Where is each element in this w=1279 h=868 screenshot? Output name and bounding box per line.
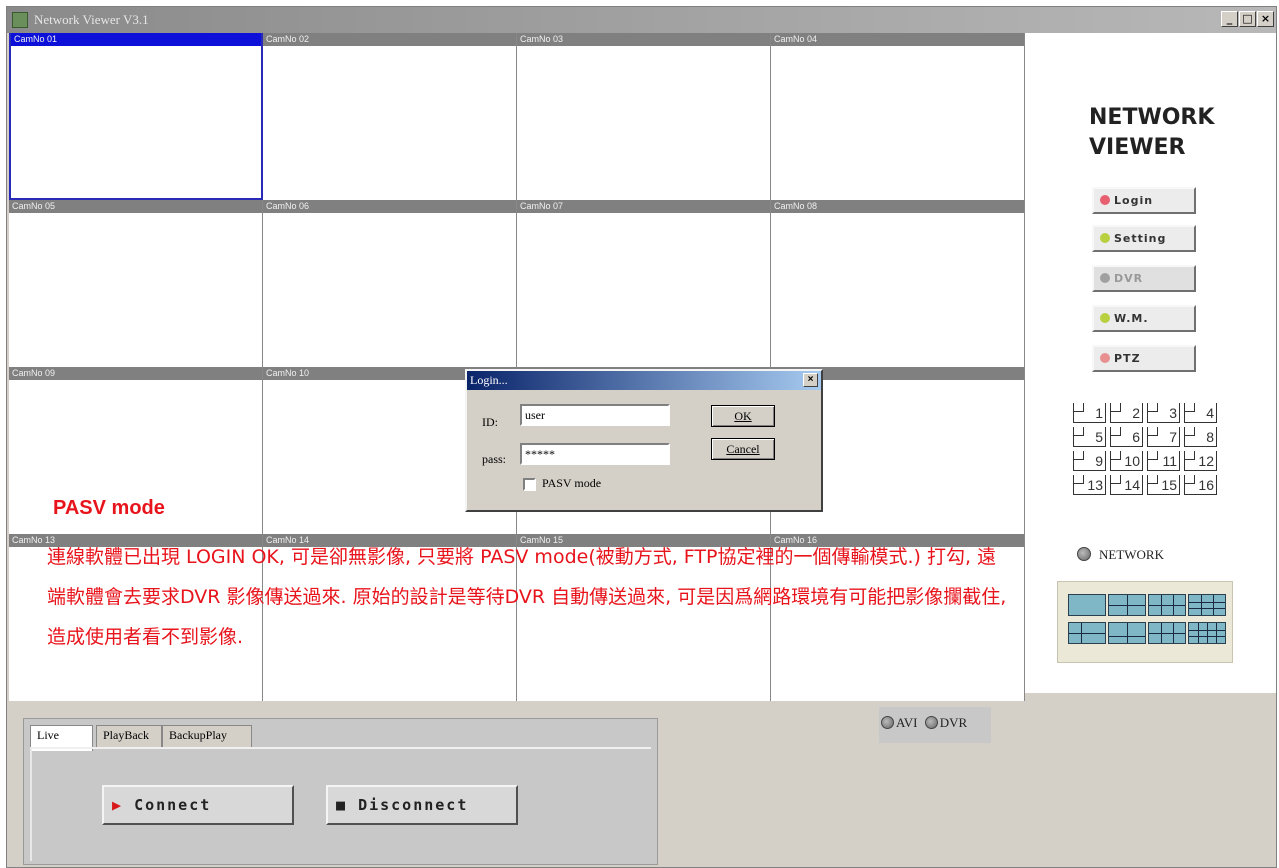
camera-cell[interactable]: CamNo 07 [517, 200, 771, 367]
tab-backupplay[interactable]: BackupPlay [162, 725, 252, 747]
channel-button[interactable]: 15 [1147, 475, 1180, 495]
logo-line-1: NETWORK [1089, 105, 1215, 130]
camera-label: CamNo 02 [263, 33, 516, 46]
ok-button[interactable]: OK [711, 405, 775, 427]
layout-option-icon[interactable] [1188, 594, 1226, 616]
channel-button[interactable]: 16 [1184, 475, 1217, 495]
title-bar[interactable]: Network Viewer V3.1 _ □ × [7, 7, 1276, 33]
layout-option-icon[interactable] [1068, 594, 1106, 616]
login-dialog: Login... × ID: pass: PASV mode OK Cancel [465, 369, 823, 512]
camera-label: CamNo 06 [263, 200, 516, 213]
annotation-title: PASV mode [53, 497, 165, 519]
network-status: NETWORK [1077, 547, 1164, 563]
pass-label: pass: [482, 452, 506, 466]
dvr-radio-icon[interactable] [924, 716, 938, 729]
channel-button[interactable]: 9 [1073, 451, 1106, 471]
channel-button[interactable]: 12 [1184, 451, 1217, 471]
channel-button[interactable]: 8 [1184, 427, 1217, 447]
cancel-button[interactable]: Cancel [711, 438, 775, 460]
channel-button[interactable]: 10 [1110, 451, 1143, 471]
setting-button[interactable]: Setting [1092, 225, 1196, 252]
channel-button[interactable]: 2 [1110, 403, 1143, 423]
camera-label: CamNo 07 [517, 200, 770, 213]
channel-button[interactable]: 4 [1184, 403, 1217, 423]
status-led-icon [1100, 195, 1110, 205]
camera-cell[interactable]: CamNo 03 [517, 33, 771, 200]
camera-label: CamNo 03 [517, 33, 770, 46]
status-led-icon [1100, 273, 1110, 283]
dvr-button[interactable]: DVR [1092, 265, 1196, 292]
ptz-button[interactable]: PTZ [1092, 345, 1196, 372]
wm-button[interactable]: W.M. [1092, 305, 1196, 332]
close-button[interactable]: × [1257, 11, 1274, 27]
logo-line-2: VIEWER [1089, 135, 1186, 160]
disconnect-label: Disconnect [358, 796, 469, 814]
channel-button[interactable]: 11 [1147, 451, 1180, 471]
camera-cell[interactable]: CamNo 01 [9, 33, 263, 200]
tab-playback[interactable]: PlayBack [96, 725, 162, 747]
channel-button[interactable]: 14 [1110, 475, 1143, 495]
status-led-icon [1100, 313, 1110, 323]
layout-option-icon[interactable] [1148, 594, 1186, 616]
layout-selector [1057, 581, 1233, 663]
disconnect-button[interactable]: ■ Disconnect [326, 785, 518, 825]
live-tab-body: ▶ Connect ■ Disconnect [30, 747, 651, 861]
status-led-icon [1100, 353, 1110, 363]
layout-option-icon[interactable] [1108, 594, 1146, 616]
id-label: ID: [482, 415, 498, 429]
panel-swoop-decoration [1025, 693, 1276, 867]
dvr-label[interactable]: DVR [940, 715, 967, 730]
channel-button[interactable]: 1 [1073, 403, 1106, 423]
layout-option-icon[interactable] [1148, 622, 1186, 644]
layout-option-icon[interactable] [1108, 622, 1146, 644]
control-panel: Live PlayBack BackupPlay ▶ Connect ■ Dis… [23, 718, 658, 865]
button-label: DVR [1114, 272, 1144, 285]
id-field[interactable] [520, 404, 670, 426]
app-logo: NETWORK VIEWER [1089, 103, 1214, 163]
avi-radio-icon[interactable] [881, 716, 894, 729]
channel-button[interactable]: 6 [1110, 427, 1143, 447]
channel-button[interactable]: 7 [1147, 427, 1180, 447]
annotation-body: 連線軟體已出現 LOGIN OK, 可是卻無影像, 只要將 PASV mode(… [47, 546, 1007, 648]
button-label: PTZ [1114, 352, 1141, 365]
network-label: NETWORK [1099, 547, 1164, 562]
button-label: W.M. [1114, 312, 1149, 325]
layout-option-icon[interactable] [1188, 622, 1226, 644]
channel-button[interactable]: 5 [1073, 427, 1106, 447]
play-icon: ▶ [112, 796, 124, 814]
stop-icon: ■ [336, 796, 348, 814]
channel-button[interactable]: 13 [1073, 475, 1106, 495]
channel-button[interactable]: 3 [1147, 403, 1180, 423]
app-icon [12, 12, 28, 28]
window-title: Network Viewer V3.1 [34, 12, 149, 27]
camera-cell[interactable]: CamNo 05 [9, 200, 263, 367]
camera-cell[interactable]: CamNo 02 [263, 33, 517, 200]
button-label: Login [1114, 194, 1154, 207]
camera-cell[interactable]: CamNo 06 [263, 200, 517, 367]
login-button[interactable]: Login [1092, 187, 1196, 214]
connect-label: Connect [134, 796, 212, 814]
camera-label: CamNo 01 [11, 33, 261, 46]
maximize-button[interactable]: □ [1239, 11, 1256, 27]
camera-label: CamNo 08 [771, 200, 1024, 213]
connect-button[interactable]: ▶ Connect [102, 785, 294, 825]
login-dialog-title[interactable]: Login... [467, 371, 821, 390]
camera-cell[interactable]: CamNo 08 [771, 200, 1025, 367]
layout-option-icon[interactable] [1068, 622, 1106, 644]
dialog-close-button[interactable]: × [803, 373, 818, 387]
record-mode-group: AVI DVR [879, 707, 991, 743]
button-label: Setting [1114, 232, 1167, 245]
pasv-checkbox[interactable] [523, 478, 536, 491]
status-led-icon [1100, 233, 1110, 243]
pasv-label[interactable]: PASV mode [542, 476, 601, 491]
right-panel: NETWORK VIEWER Login Setting DVR W.M. PTZ 12… [1025, 33, 1276, 867]
minimize-button[interactable]: _ [1221, 11, 1238, 27]
network-led-icon [1077, 547, 1091, 561]
camera-label: CamNo 09 [9, 367, 262, 380]
camera-label: CamNo 04 [771, 33, 1024, 46]
avi-label[interactable]: AVI [896, 715, 917, 730]
pass-field[interactable] [520, 443, 670, 465]
camera-cell[interactable]: CamNo 04 [771, 33, 1025, 200]
camera-label: CamNo 05 [9, 200, 262, 213]
